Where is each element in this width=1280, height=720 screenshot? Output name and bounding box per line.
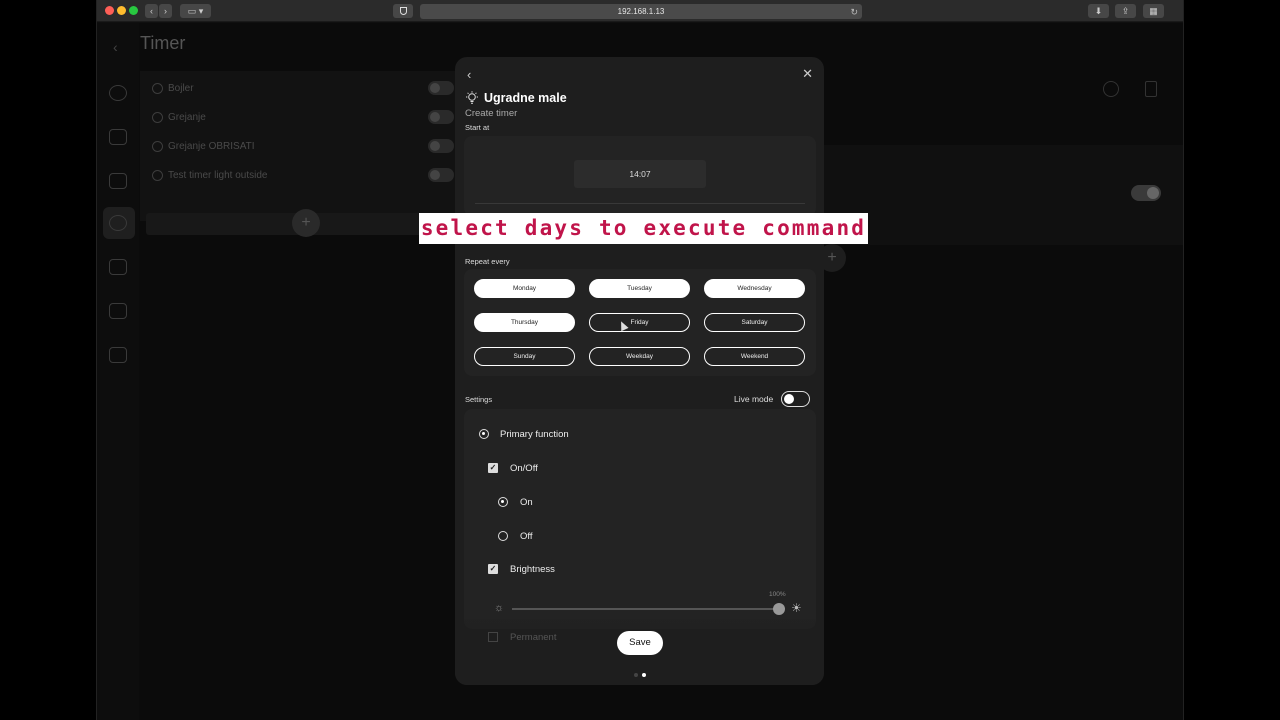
day-weekday-button[interactable]: Weekday — [589, 347, 690, 366]
screen: ‹ › ▭ ▾ 192.168.1.13 ↻ ⬇ ⇪ ▦ ‹ Timer Boj… — [0, 0, 1280, 720]
close-window-button[interactable] — [105, 6, 114, 15]
timer-row[interactable]: Test timer light outside — [152, 170, 268, 181]
dialog-subtitle: Create timer — [465, 108, 518, 119]
start-time-picker[interactable]: 14:07 — [574, 160, 706, 188]
lightbulb-icon — [466, 91, 478, 104]
divider — [475, 203, 805, 204]
reload-icon[interactable]: ↻ — [850, 5, 858, 20]
card-icon[interactable] — [109, 303, 127, 319]
page-indicator-dot — [634, 673, 638, 677]
timer-name: Test timer light outside — [168, 170, 268, 182]
browser-toolbar: ‹ › ▭ ▾ 192.168.1.13 ↻ ⬇ ⇪ ▦ — [97, 0, 1183, 22]
primary-function-radio[interactable] — [479, 429, 489, 439]
onoff-label: On/Off — [510, 463, 538, 474]
create-timer-dialog: ‹ ✕ Ugradne male Create timer Start at 1… — [455, 57, 824, 685]
zoom-window-button[interactable] — [129, 6, 138, 15]
timer-name: Grejanje OBRISATI — [168, 141, 255, 153]
timer-name: Grejanje — [168, 112, 206, 124]
privacy-shield-icon[interactable] — [393, 4, 413, 18]
day-friday-button[interactable]: Friday — [589, 313, 690, 332]
download-icon[interactable]: ⬇ — [1088, 4, 1109, 18]
app-sidebar — [97, 23, 139, 720]
settings-gear-icon[interactable] — [1103, 81, 1119, 97]
page-indicator-dot-active — [642, 673, 646, 677]
primary-function-label: Primary function — [500, 429, 569, 440]
trash-icon[interactable] — [1145, 81, 1157, 97]
timer-toggle[interactable] — [428, 110, 454, 124]
page-back-icon[interactable]: ‹ — [113, 39, 118, 55]
day-sunday-button[interactable]: Sunday — [474, 347, 575, 366]
alarm-icon[interactable] — [109, 259, 127, 275]
check-icon — [152, 83, 163, 94]
save-button[interactable]: Save — [617, 631, 663, 655]
check-icon — [152, 141, 163, 152]
day-thursday-button[interactable]: Thursday — [474, 313, 575, 332]
close-icon[interactable]: ✕ — [802, 66, 813, 82]
gear-icon[interactable] — [109, 85, 127, 101]
timer-toggle[interactable] — [428, 168, 454, 182]
day-monday-button[interactable]: Monday — [474, 279, 575, 298]
back-icon[interactable]: ‹ — [467, 67, 471, 82]
page-title: Timer — [140, 33, 186, 53]
onoff-checkbox[interactable]: ✓ — [488, 463, 498, 473]
on-radio[interactable] — [498, 497, 508, 507]
brightness-slider-handle[interactable] — [773, 603, 785, 615]
brightness-value: 100% — [769, 591, 786, 598]
timer-list: Bojler Grejanje Grejanje OBRISATI Test t… — [140, 71, 460, 235]
forward-arrow-icon[interactable]: › — [159, 4, 172, 18]
settings-card — [464, 409, 816, 629]
timer-row[interactable]: Bojler — [152, 83, 194, 94]
on-label: On — [520, 497, 533, 508]
start-at-label: Start at — [465, 123, 490, 132]
back-arrow-icon[interactable]: ‹ — [145, 4, 158, 18]
detail-panel — [817, 145, 1183, 245]
device-title: Ugradne male — [484, 91, 567, 105]
check-icon — [152, 170, 163, 181]
timer-icon[interactable] — [109, 215, 127, 231]
timer-toggle[interactable] — [428, 81, 454, 95]
timer-toggle[interactable] — [428, 139, 454, 153]
detail-toggle[interactable] — [1131, 185, 1161, 201]
url-text: 192.168.1.13 — [617, 7, 665, 16]
live-mode-label: Live mode — [734, 394, 774, 404]
share-icon[interactable]: ⇪ — [1115, 4, 1136, 18]
day-weekend-button[interactable]: Weekend — [704, 347, 805, 366]
day-tuesday-button[interactable]: Tuesday — [589, 279, 690, 298]
timer-row[interactable]: Grejanje — [152, 112, 206, 123]
day-saturday-button[interactable]: Saturday — [704, 313, 805, 332]
minimize-window-button[interactable] — [117, 6, 126, 15]
repeat-every-label: Repeat every — [465, 257, 510, 266]
permanent-label: Permanent — [510, 632, 557, 643]
brightness-label: Brightness — [510, 564, 555, 575]
network-icon[interactable] — [109, 347, 127, 363]
tab-overview-icon[interactable]: ▦ — [1143, 4, 1164, 18]
off-radio[interactable] — [498, 531, 508, 541]
permanent-checkbox[interactable] — [488, 632, 498, 642]
panel-icon[interactable] — [109, 129, 127, 145]
live-mode-toggle[interactable] — [781, 391, 810, 407]
timer-row[interactable]: Grejanje OBRISATI — [152, 141, 255, 152]
sun-high-icon: ☀ — [791, 601, 802, 615]
address-bar[interactable]: 192.168.1.13 ↻ — [420, 4, 862, 19]
brightness-slider[interactable] — [512, 608, 780, 610]
settings-label: Settings — [465, 395, 493, 404]
video-caption: select days to execute command — [419, 213, 868, 244]
sun-low-icon: ☼ — [494, 602, 505, 614]
day-wednesday-button[interactable]: Wednesday — [704, 279, 805, 298]
timer-name: Bojler — [168, 83, 194, 95]
brightness-checkbox[interactable]: ✓ — [488, 564, 498, 574]
display-icon[interactable] — [109, 173, 127, 189]
add-timer-button[interactable]: + — [292, 209, 320, 237]
off-label: Off — [520, 531, 533, 542]
check-icon — [152, 112, 163, 123]
sidebar-toggle-icon[interactable]: ▭ ▾ — [180, 4, 211, 18]
